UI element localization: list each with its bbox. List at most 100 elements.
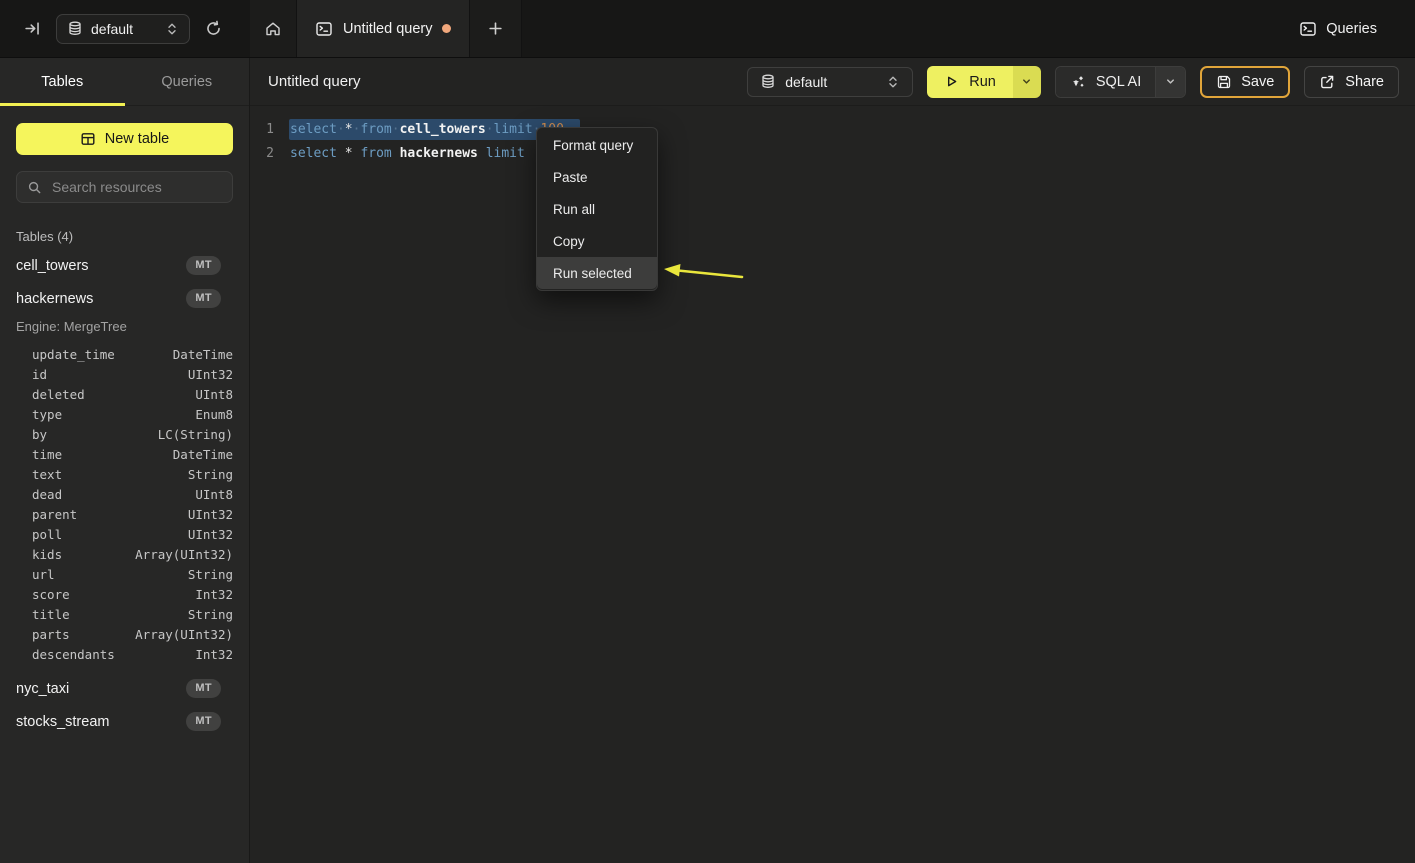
schema-column-parts: partsArray(UInt32) bbox=[16, 624, 233, 644]
schema-column-update_time: update_timeDateTime bbox=[16, 344, 233, 364]
schema-column-time: timeDateTime bbox=[16, 444, 233, 464]
schema-column-title: title String bbox=[16, 604, 233, 624]
new-tab-button[interactable] bbox=[470, 0, 522, 57]
sql-ai-button-label: SQL AI bbox=[1096, 74, 1141, 90]
column-type: LC(String) bbox=[158, 427, 233, 442]
sql-ai-dropdown-button[interactable] bbox=[1155, 67, 1185, 97]
home-tab-button[interactable] bbox=[250, 0, 297, 57]
column-name: score bbox=[32, 587, 70, 602]
column-name: type bbox=[32, 407, 62, 422]
home-icon bbox=[264, 20, 282, 38]
menu-item-format-query[interactable]: Format query bbox=[537, 129, 657, 161]
schema-column-dead: dead UInt8 bbox=[16, 484, 233, 504]
share-button[interactable]: Share bbox=[1304, 66, 1399, 98]
sql-ai-button[interactable]: SQL AI bbox=[1056, 67, 1155, 97]
menu-item-paste[interactable]: Paste bbox=[537, 161, 657, 193]
run-button[interactable]: Run bbox=[927, 66, 1013, 98]
column-type: UInt8 bbox=[195, 387, 233, 402]
queries-button[interactable]: Queries bbox=[1299, 0, 1415, 57]
refresh-icon bbox=[205, 20, 222, 37]
column-name: kids bbox=[32, 547, 62, 562]
code-line-1[interactable]: 1select·*·from·cell_towers·limit·100· bbox=[250, 117, 1415, 141]
sidebar-collapse-icon bbox=[24, 20, 41, 37]
column-type: UInt32 bbox=[188, 507, 233, 522]
run-dropdown-button[interactable] bbox=[1013, 66, 1041, 98]
line-number: 2 bbox=[250, 146, 274, 161]
tabstrip: Untitled query bbox=[250, 0, 522, 57]
new-table-button[interactable]: New table bbox=[16, 123, 233, 155]
share-icon bbox=[1319, 74, 1335, 90]
engine-badge: MT bbox=[186, 289, 221, 308]
table-name: hackernews bbox=[16, 291, 93, 307]
schema-column-score: scoreInt32 bbox=[16, 584, 233, 604]
menu-item-run-selected[interactable]: Run selected bbox=[537, 257, 657, 289]
menu-item-run-all[interactable]: Run all bbox=[537, 193, 657, 225]
column-type: DateTime bbox=[173, 347, 233, 362]
table-item-nyc_taxi[interactable]: nyc_taxiMT bbox=[16, 672, 233, 705]
column-type: Enum8 bbox=[195, 407, 233, 422]
queries-button-label: Queries bbox=[1326, 21, 1377, 37]
column-type: String bbox=[188, 567, 233, 582]
sql-editor[interactable]: 1select·*·from·cell_towers·limit·100·2se… bbox=[250, 106, 1415, 165]
column-name: title bbox=[32, 607, 70, 622]
column-name: by bbox=[32, 427, 47, 442]
terminal-icon bbox=[1299, 20, 1317, 38]
save-button[interactable]: Save bbox=[1200, 66, 1290, 98]
search-box[interactable] bbox=[16, 171, 233, 203]
schema-column-descendants: descendantsInt32 bbox=[16, 644, 233, 664]
table-name: stocks_stream bbox=[16, 714, 109, 730]
search-icon bbox=[27, 180, 42, 195]
search-input[interactable] bbox=[50, 178, 235, 196]
editor-context-menu: Format queryPasteRun allCopyRun selected bbox=[536, 127, 658, 291]
chevron-down-icon bbox=[1021, 76, 1032, 87]
tab-untitled-query[interactable]: Untitled query bbox=[297, 0, 470, 57]
column-name: parent bbox=[32, 507, 77, 522]
table-item-cell_towers[interactable]: cell_towersMT bbox=[16, 249, 233, 282]
table-item-stocks_stream[interactable]: stocks_stream MT bbox=[16, 705, 233, 738]
engine-badge: MT bbox=[186, 712, 221, 731]
schema-column-poll: pollUInt32 bbox=[16, 524, 233, 544]
refresh-button[interactable] bbox=[203, 18, 224, 39]
menu-item-copy[interactable]: Copy bbox=[537, 225, 657, 257]
run-button-group: Run bbox=[927, 66, 1041, 98]
schema-column-text: text String bbox=[16, 464, 233, 484]
column-type: DateTime bbox=[173, 447, 233, 462]
table-name: nyc_taxi bbox=[16, 681, 69, 697]
query-header: Untitled query default bbox=[250, 58, 1415, 106]
new-table-label: New table bbox=[105, 131, 169, 147]
column-name: url bbox=[32, 567, 55, 582]
sidebar-collapse-button[interactable] bbox=[22, 18, 43, 39]
column-type: String bbox=[188, 607, 233, 622]
column-type: UInt8 bbox=[195, 487, 233, 502]
sql-ai-button-group: SQL AI bbox=[1055, 66, 1186, 98]
schema-column-deleted: deletedUInt8 bbox=[16, 384, 233, 404]
database-icon bbox=[761, 74, 775, 89]
share-button-label: Share bbox=[1345, 74, 1384, 90]
column-type: UInt32 bbox=[188, 527, 233, 542]
query-title: Untitled query bbox=[268, 73, 361, 90]
tables-list: cell_towersMThackernewsMTEngine: MergeTr… bbox=[16, 249, 233, 738]
sidebar-tabs: Tables Queries bbox=[0, 58, 249, 106]
chevron-updown-icon bbox=[166, 22, 178, 36]
column-name: parts bbox=[32, 627, 70, 642]
topbar-database-selector[interactable]: default bbox=[56, 14, 190, 44]
table-item-hackernews[interactable]: hackernews MT bbox=[16, 282, 233, 315]
column-type: String bbox=[188, 467, 233, 482]
code-line-2[interactable]: 2select * from hackernews limit bbox=[250, 141, 1415, 165]
query-database-value: default bbox=[785, 74, 877, 90]
table-name: cell_towers bbox=[16, 258, 89, 274]
column-name: descendants bbox=[32, 647, 115, 662]
sidebar-tab-tables[interactable]: Tables bbox=[0, 58, 125, 105]
query-database-selector[interactable]: default bbox=[747, 67, 913, 97]
table-schema: update_timeDateTimeidUInt32deletedUInt8t… bbox=[16, 344, 233, 664]
column-name: dead bbox=[32, 487, 62, 502]
sidebar-tab-queries[interactable]: Queries bbox=[125, 58, 250, 105]
chevron-down-icon bbox=[1165, 76, 1176, 87]
table-grid-icon bbox=[80, 131, 96, 147]
column-name: text bbox=[32, 467, 62, 482]
schema-column-id: idUInt32 bbox=[16, 364, 233, 384]
topbar-database-value: default bbox=[91, 21, 157, 37]
terminal-icon bbox=[315, 20, 333, 38]
schema-column-type: type Enum8 bbox=[16, 404, 233, 424]
line-number: 1 bbox=[250, 122, 274, 137]
